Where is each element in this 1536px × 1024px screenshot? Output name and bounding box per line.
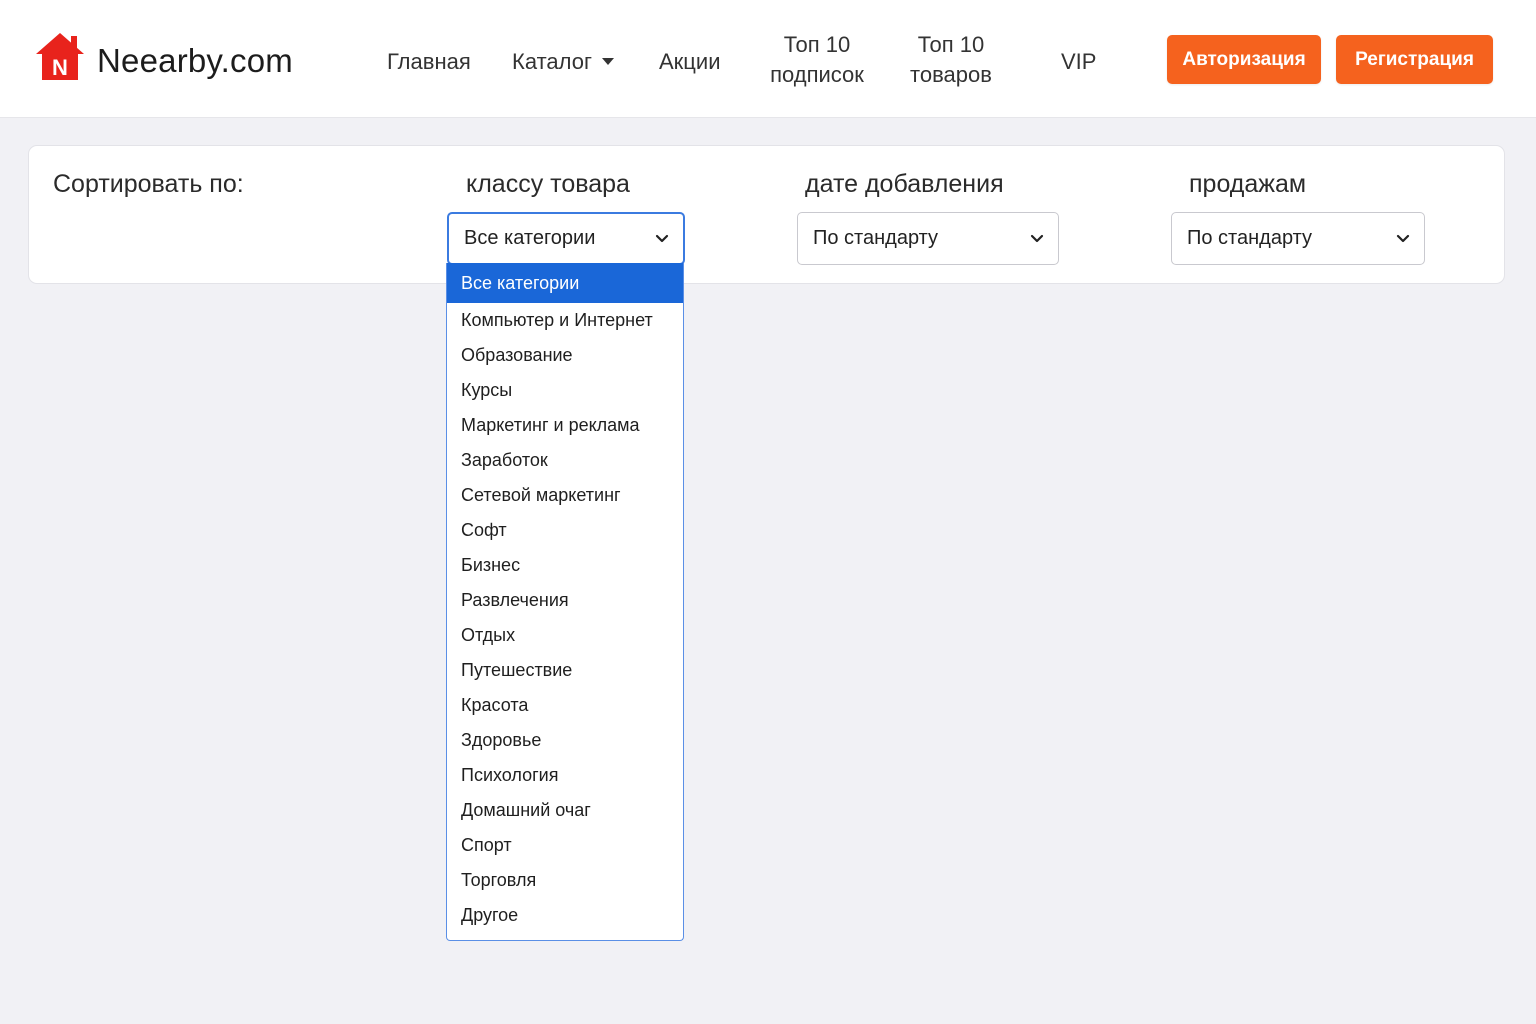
house-logo-icon[interactable]: N [34, 30, 86, 84]
sales-select[interactable]: По стандарту [1171, 212, 1425, 265]
date-select[interactable]: По стандарту [797, 212, 1059, 265]
nav-top-goods-line1: Топ 10 [917, 32, 985, 57]
nav-top-subscriptions-line2: подписок [770, 62, 864, 87]
chevron-down-icon [655, 234, 669, 242]
category-option[interactable]: Развлечения [447, 583, 683, 618]
chevron-down-icon [1030, 234, 1044, 242]
nav-catalog[interactable]: Каталог [512, 47, 614, 77]
category-option[interactable]: Домашний очаг [447, 793, 683, 828]
nav-promos[interactable]: Акции [659, 47, 720, 77]
nav-top-subscriptions[interactable]: Топ 10 подписок [764, 30, 870, 90]
category-dropdown-list: Все категории Компьютер и Интернет Образ… [446, 263, 684, 941]
nav-home[interactable]: Главная [387, 47, 471, 77]
category-option[interactable]: Отдых [447, 618, 683, 653]
category-option-selected[interactable]: Все категории [447, 263, 683, 303]
category-option[interactable]: Красота [447, 688, 683, 723]
category-option[interactable]: Бизнес [447, 548, 683, 583]
register-button[interactable]: Регистрация [1336, 35, 1493, 84]
sort-panel: Сортировать по: классу товара дате добав… [28, 145, 1505, 284]
nav-top-goods[interactable]: Топ 10 товаров [898, 30, 1004, 90]
category-option[interactable]: Образование [447, 338, 683, 373]
svg-text:N: N [52, 55, 68, 80]
sort-label: Сортировать по: [53, 170, 244, 198]
category-option[interactable]: Заработок [447, 443, 683, 478]
login-button[interactable]: Авторизация [1167, 35, 1321, 84]
category-option[interactable]: Курсы [447, 373, 683, 408]
category-option[interactable]: Торговля [447, 863, 683, 898]
top-header: N Neearby.com Главная Каталог Акции Топ … [0, 0, 1536, 118]
date-select-value: По стандарту [813, 227, 939, 249]
caret-down-icon [601, 57, 614, 65]
nav-top-subscriptions-line1: Топ 10 [783, 32, 851, 57]
nav-catalog-label: Каталог [512, 49, 592, 74]
category-option[interactable]: Сетевой маркетинг [447, 478, 683, 513]
nav-vip[interactable]: VIP [1061, 47, 1096, 77]
category-option[interactable]: Другое [447, 898, 683, 933]
category-option[interactable]: Софт [447, 513, 683, 548]
sales-select-value: По стандарту [1187, 227, 1313, 249]
brand-name[interactable]: Neearby.com [97, 42, 293, 80]
category-select[interactable]: Все категории [447, 212, 685, 265]
category-option[interactable]: Компьютер и Интернет [447, 303, 683, 338]
sort-class-label: классу товара [466, 170, 630, 198]
category-option[interactable]: Маркетинг и реклама [447, 408, 683, 443]
category-option[interactable]: Психология [447, 758, 683, 793]
sort-sales-label: продажам [1189, 170, 1307, 198]
sort-date-label: дате добавления [805, 170, 1004, 198]
category-select-value: Все категории [464, 227, 596, 249]
category-option[interactable]: Здоровье [447, 723, 683, 758]
chevron-down-icon [1396, 234, 1410, 242]
category-option[interactable]: Путешествие [447, 653, 683, 688]
category-option[interactable]: Спорт [447, 828, 683, 863]
nav-top-goods-line2: товаров [910, 62, 992, 87]
